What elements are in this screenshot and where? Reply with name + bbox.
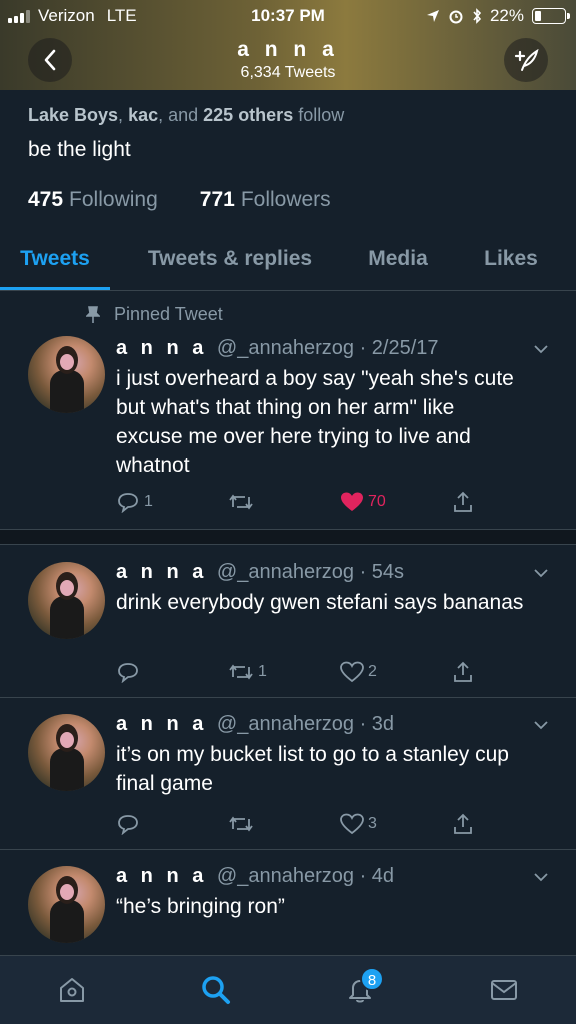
share-icon xyxy=(454,491,472,512)
retweet-button[interactable]: 1 xyxy=(228,658,340,686)
compose-tweet-button[interactable] xyxy=(504,38,548,82)
status-bar: Verizon LTE 10:37 PM 22% xyxy=(0,0,576,34)
messages-tab[interactable] xyxy=(474,965,534,1015)
mail-icon xyxy=(491,980,517,1000)
tweet-time: 54s xyxy=(371,561,405,583)
notifications-tab[interactable]: 8 xyxy=(330,965,390,1015)
like-button[interactable]: 3 xyxy=(340,810,452,838)
author-name[interactable]: a n n a xyxy=(116,337,207,359)
tweet-text: it’s on my bucket list to go to a stanle… xyxy=(116,743,509,795)
avatar[interactable] xyxy=(28,866,105,943)
pinned-separator xyxy=(0,529,576,545)
avatar[interactable] xyxy=(28,562,105,639)
tweet-time: 3d xyxy=(371,713,395,735)
reply-button[interactable] xyxy=(116,810,228,838)
author-handle: @_annaherzog xyxy=(216,337,354,359)
chevron-down-icon[interactable] xyxy=(532,716,550,734)
tab-likes[interactable]: Likes xyxy=(446,230,576,290)
tweet-text: drink everybody gwen stefani says banana… xyxy=(116,591,524,614)
share-icon xyxy=(454,813,472,834)
bottom-tab-bar: 8 xyxy=(0,955,576,1024)
tweet[interactable]: a n n a @_annaherzog · 3d it’s on my buc… xyxy=(0,698,576,850)
retweet-icon xyxy=(229,494,253,510)
home-icon xyxy=(60,978,84,1002)
author-name[interactable]: a n n a xyxy=(116,865,207,887)
tab-media[interactable]: Media xyxy=(350,230,446,290)
author-name[interactable]: a n n a xyxy=(116,713,207,735)
followed-by-note[interactable]: Lake Boys, kac, and 225 others follow xyxy=(28,100,548,130)
nav-title: a n n a 6,334 Tweets xyxy=(0,38,576,82)
profile-bio: be the light xyxy=(28,138,131,161)
author-name[interactable]: a n n a xyxy=(116,561,207,583)
follower-name: Lake Boys xyxy=(28,105,119,125)
share-button[interactable] xyxy=(452,488,492,516)
chevron-down-icon[interactable] xyxy=(532,868,550,886)
reply-icon xyxy=(118,663,138,683)
reply-button[interactable]: 1 xyxy=(116,488,228,516)
share-icon xyxy=(454,661,472,682)
battery-icon xyxy=(532,8,570,24)
heart-filled-icon xyxy=(341,492,363,511)
tweet-header: a n n a @_annaherzog · 54s xyxy=(116,561,405,583)
tweet-actions: 3 xyxy=(116,810,496,838)
tweet-text: “he’s bringing ron” xyxy=(116,895,285,918)
reply-icon xyxy=(118,493,138,513)
tab-tweets-and-replies[interactable]: Tweets & replies xyxy=(110,230,350,290)
search-icon xyxy=(202,976,230,1004)
avatar[interactable] xyxy=(28,336,105,413)
notification-badge: 8 xyxy=(360,967,384,991)
home-tab[interactable] xyxy=(42,965,102,1015)
tweet[interactable]: a n n a @_annaherzog · 54s drink everybo… xyxy=(0,546,576,698)
tweet-header: a n n a @_annaherzog · 4d xyxy=(116,865,395,887)
author-handle: @_annaherzog xyxy=(216,561,354,583)
retweet-button[interactable] xyxy=(228,810,340,838)
heart-icon xyxy=(340,661,364,683)
profile-name: a n n a xyxy=(237,38,339,61)
compose-feather-icon xyxy=(514,48,539,71)
tweet-header: a n n a @_annaherzog · 3d xyxy=(116,713,395,735)
share-button[interactable] xyxy=(452,810,492,838)
tweet-count: 6,334 Tweets xyxy=(240,64,336,81)
retweet-icon xyxy=(229,816,253,832)
tweet-time: 2/25/17 xyxy=(371,337,439,359)
tweet-actions: 1 2 xyxy=(116,658,496,686)
pin-icon xyxy=(86,305,100,323)
retweet-icon xyxy=(229,664,253,680)
tab-tweets[interactable]: Tweets xyxy=(0,230,110,290)
battery-percent: 22% xyxy=(489,6,524,25)
follow-counts: 475 Following 771 Followers xyxy=(28,188,548,212)
tweet-text: i just overheard a boy say "yeah she's c… xyxy=(116,367,514,477)
search-tab[interactable] xyxy=(186,965,246,1015)
pinned-indicator: Pinned Tweet xyxy=(86,304,223,325)
alarm-icon xyxy=(449,10,463,24)
reply-icon xyxy=(118,815,138,835)
chevron-down-icon[interactable] xyxy=(532,564,550,582)
like-button[interactable]: 70 xyxy=(340,488,452,516)
tweet-time: 4d xyxy=(371,865,395,887)
like-button[interactable]: 2 xyxy=(340,658,452,686)
author-handle: @_annaherzog xyxy=(216,865,354,887)
author-handle: @_annaherzog xyxy=(216,713,354,735)
tweet-actions: 1 70 xyxy=(116,488,496,516)
tweet[interactable]: a n n a @_annaherzog · 4d “he’s bringing… xyxy=(0,850,576,955)
avatar[interactable] xyxy=(28,714,105,791)
retweet-button[interactable] xyxy=(228,488,340,516)
tweet[interactable]: Pinned Tweet a n n a @_annaherzog · 2/25… xyxy=(0,292,576,529)
tweet-header: a n n a @_annaherzog · 2/25/17 xyxy=(116,337,439,359)
reply-button[interactable] xyxy=(116,658,228,686)
profile-info: Lake Boys, kac, and 225 others follow be… xyxy=(28,100,548,212)
heart-icon xyxy=(340,813,364,835)
follower-name: kac xyxy=(128,105,159,125)
chevron-down-icon[interactable] xyxy=(532,340,550,358)
share-button[interactable] xyxy=(452,658,492,686)
followers-link[interactable]: 771 Followers xyxy=(200,188,331,212)
bluetooth-icon xyxy=(473,8,482,24)
following-link[interactable]: 475 Following xyxy=(28,188,158,212)
profile-tabs: Tweets Tweets & replies Media Likes xyxy=(0,230,576,291)
location-icon xyxy=(426,10,439,22)
others-count: 225 others xyxy=(203,105,294,125)
